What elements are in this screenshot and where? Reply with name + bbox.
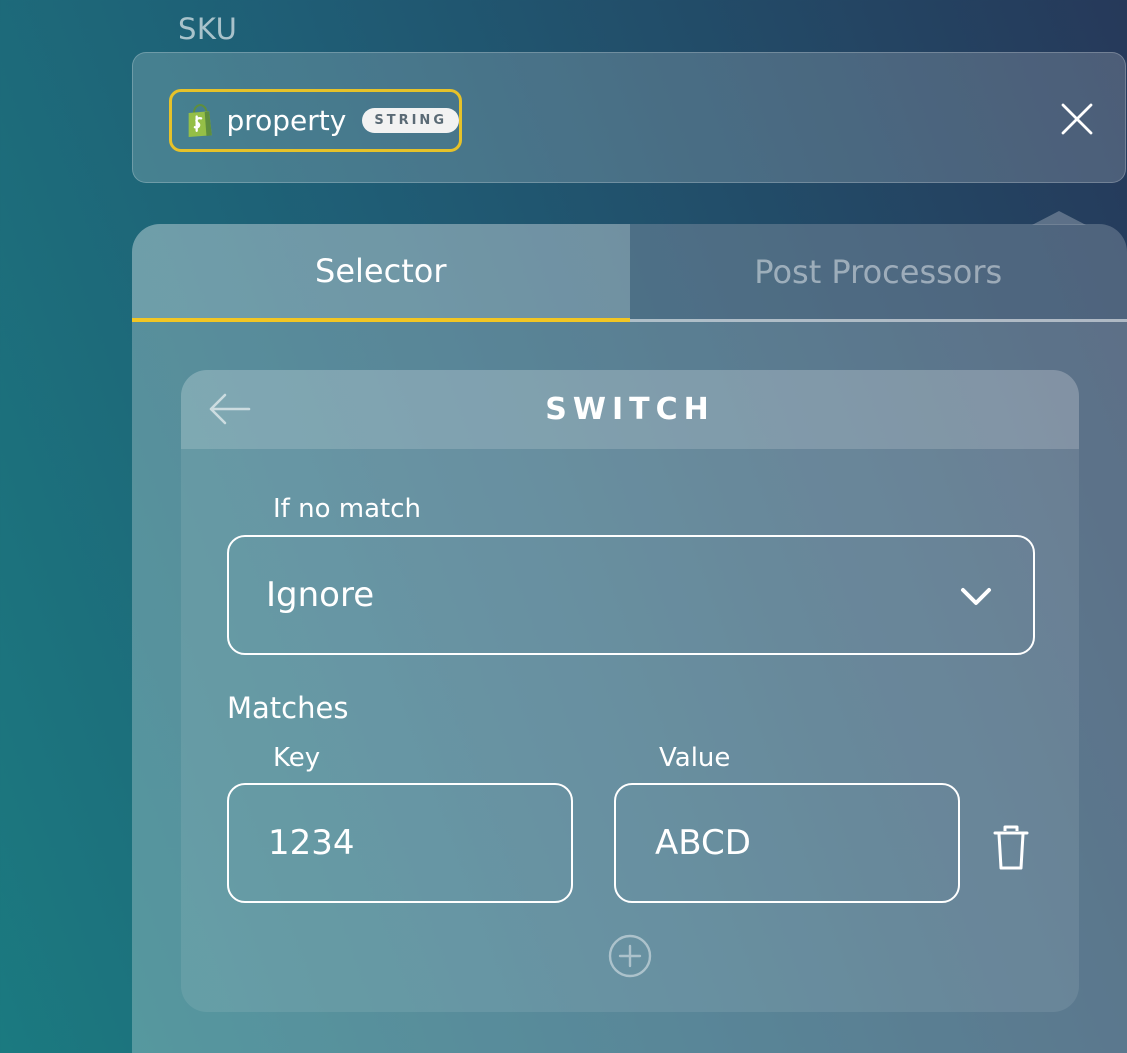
arrow-left-icon[interactable] [207, 392, 253, 426]
no-match-select[interactable]: Ignore [227, 535, 1035, 655]
tab-selector[interactable]: Selector [132, 224, 630, 322]
match-value-input[interactable] [653, 822, 917, 864]
plus-circle-icon[interactable] [607, 933, 653, 979]
chip-field-name: property [226, 104, 347, 137]
match-key-input[interactable] [266, 822, 530, 864]
card-title: SWITCH [545, 392, 715, 427]
sku-label: SKU [178, 12, 238, 46]
match-value-field[interactable] [614, 783, 960, 903]
panel-pointer [1032, 211, 1086, 225]
field-box: property STRING [132, 52, 1126, 183]
close-icon[interactable] [1059, 101, 1095, 137]
no-match-selected-value: Ignore [266, 575, 375, 615]
property-chip[interactable]: property STRING [169, 89, 462, 152]
chip-type-badge: STRING [362, 108, 459, 133]
value-label: Value [659, 743, 731, 773]
match-key-field[interactable] [227, 783, 573, 903]
chevron-down-icon [961, 588, 991, 605]
tab-post-processors[interactable]: Post Processors [629, 224, 1127, 322]
tab-bar: Selector Post Processors [132, 224, 1127, 322]
trash-icon[interactable] [991, 824, 1031, 872]
no-match-label: If no match [273, 494, 421, 524]
shopify-bag-icon [188, 103, 212, 137]
config-panel: Selector Post Processors SWITCH If no ma… [132, 224, 1127, 1053]
matches-heading: Matches [227, 691, 349, 725]
switch-card: SWITCH If no match Ignore Matches Key Va… [181, 370, 1079, 1012]
key-label: Key [273, 743, 321, 773]
